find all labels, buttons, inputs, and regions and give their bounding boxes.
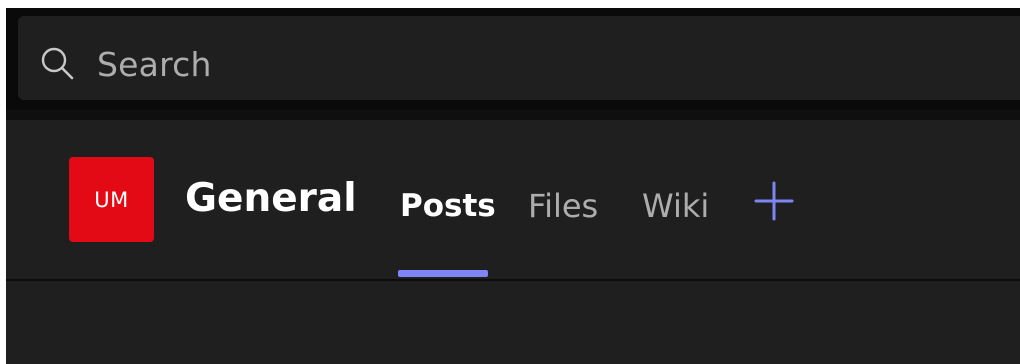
tab-wiki[interactable]: Wiki	[642, 185, 709, 227]
search-bar-region: Search	[6, 8, 1020, 110]
plus-icon	[754, 181, 794, 221]
channel-title: General	[185, 176, 357, 221]
team-avatar[interactable]: UM	[69, 157, 154, 242]
active-tab-indicator	[398, 270, 488, 277]
teams-window: Search UM General Posts Files Wiki	[6, 8, 1020, 364]
search-placeholder: Search	[97, 45, 212, 84]
channel-header: UM General Posts Files Wiki	[6, 120, 1020, 364]
team-avatar-initials: UM	[94, 187, 129, 212]
header-divider	[6, 279, 1020, 281]
search-icon	[40, 46, 74, 80]
tab-files[interactable]: Files	[528, 185, 598, 227]
add-tab-button[interactable]	[754, 181, 794, 221]
search-input[interactable]: Search	[18, 16, 1020, 100]
tab-posts[interactable]: Posts	[400, 185, 496, 227]
